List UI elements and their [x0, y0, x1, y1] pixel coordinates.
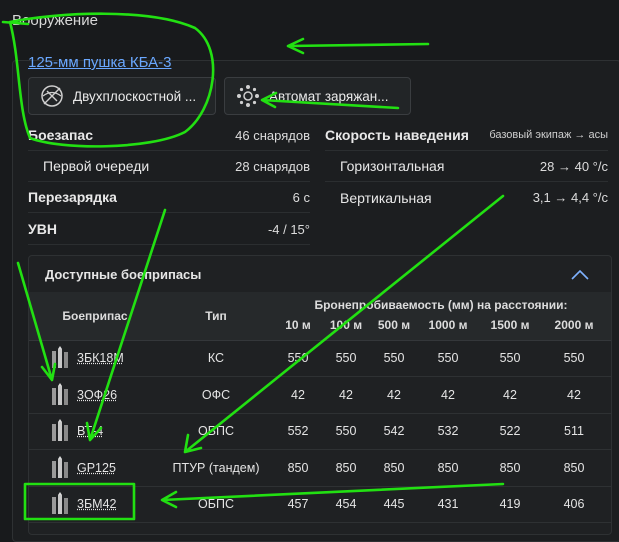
penetration-value: 850: [499, 460, 521, 475]
col-distance: 500 м: [377, 318, 411, 332]
stat-value: -4 / 15°: [267, 221, 310, 237]
penetration-value: 522: [499, 424, 521, 438]
col-penetration: Бронепробиваемость (мм) на расстоянии:: [314, 298, 568, 312]
penetration-value: 457: [287, 497, 309, 511]
stat-value: базовый экипаж → асы: [489, 129, 608, 141]
table-row: 3БМ42 ОБПС 457 454 445 431 419 406: [29, 486, 611, 523]
ammo-name[interactable]: ВТ-4: [77, 424, 103, 438]
penetration-value: 419: [499, 497, 521, 511]
penetration-value: 511: [564, 424, 584, 438]
penetration-value: 42: [503, 387, 517, 402]
col-distance: 1000 м: [428, 318, 468, 332]
penetration-value: 850: [437, 460, 459, 475]
penetration-value: 550: [335, 424, 357, 438]
table-row: GP125 ПТУР (тандем) 850 850 850 850 850 850: [29, 450, 611, 487]
stabilizer-icon: [41, 85, 63, 107]
shell-icon: [52, 382, 68, 405]
table-row: ВТ-4 ОБПС 552 550 542 532 522 511: [29, 413, 611, 450]
stat-elevation: УВН -4 / 15°: [28, 214, 310, 245]
ammo-name[interactable]: 3БК18М: [77, 351, 124, 365]
penetration-value: 550: [437, 351, 459, 365]
ammo-name-cell[interactable]: GP125: [49, 450, 116, 486]
shell-icon: [52, 492, 68, 514]
table-row: 3ОФ26 ОФС 42 42 42 42 42 42: [29, 377, 611, 414]
penetration-value: 542: [383, 424, 405, 438]
autoloader-module-button[interactable]: Автомат заряжан...: [224, 77, 411, 115]
stat-first-stage: Первой очереди 28 снарядов: [28, 151, 310, 182]
ammo-table-header: Боеприпас Тип Бронепробиваемость (мм) на…: [29, 292, 611, 341]
stat-reload: Перезарядка 6 с: [28, 182, 310, 213]
penetration-value: 550: [335, 351, 357, 365]
penetration-value: 550: [287, 351, 309, 365]
stat-vertical: Вертикальная 3,1 → 4,4 °/с: [325, 182, 608, 213]
ammo-type: ОБПС: [198, 424, 234, 438]
autoloader-icon: [237, 85, 259, 107]
penetration-value: 550: [563, 351, 585, 365]
penetration-value: 42: [291, 387, 305, 402]
stat-label: Боезапас: [28, 127, 93, 143]
stat-traverse-speed: Скорость наведения базовый экипаж → асы: [325, 120, 608, 151]
penetration-value: 42: [339, 387, 353, 402]
stat-ammo-capacity: Боезапас 46 снарядов: [28, 120, 310, 151]
section-title: Вооружение: [12, 12, 98, 29]
ammo-name[interactable]: 3БМ42: [77, 497, 116, 511]
ammo-header[interactable]: Доступные боеприпасы: [29, 256, 611, 293]
ammo-type: ОФС: [201, 387, 231, 402]
col-distance: 2000 м: [554, 318, 594, 332]
penetration-value: 850: [563, 460, 585, 475]
stat-label: Первой очереди: [43, 158, 150, 174]
autoloader-module-label: Автомат заряжан...: [269, 88, 389, 104]
stat-horizontal: Горизонтальная 28 → 40 °/с: [325, 151, 608, 182]
shell-icon: [52, 455, 68, 478]
penetration-value: 532: [437, 424, 459, 438]
ammo-name[interactable]: 3ОФ26: [77, 388, 117, 402]
chevron-up-icon[interactable]: [571, 268, 589, 280]
ammo-type: ОБПС: [198, 497, 234, 511]
col-type: Тип: [205, 309, 227, 323]
stat-label: УВН: [28, 221, 57, 237]
stat-value: 3,1 → 4,4 °/с: [532, 190, 608, 205]
penetration-value: 406: [563, 497, 585, 511]
penetration-value: 552: [287, 424, 309, 438]
col-ammo: Боеприпас: [62, 309, 128, 323]
weapon-link[interactable]: 125-мм пушка КБА-3: [28, 54, 171, 71]
ammo-box: Доступные боеприпасы Боеприпас Тип Броне…: [28, 255, 612, 535]
stat-label: Скорость наведения: [325, 127, 469, 143]
col-distance: 1500 м: [490, 318, 530, 332]
ammo-name-cell[interactable]: 3БМ42: [49, 486, 116, 522]
penetration-value: 431: [437, 497, 459, 511]
stabilizer-module-label: Двухплоскостной ...: [73, 88, 197, 104]
annotation-arrow: [286, 37, 430, 55]
penetration-value: 850: [287, 460, 309, 475]
stat-value: 28 → 40 °/с: [539, 158, 608, 174]
shell-icon: [52, 419, 68, 441]
ammo-name-cell[interactable]: 3БК18М: [49, 340, 124, 376]
stat-label: Вертикальная: [340, 189, 432, 206]
shell-icon: [52, 346, 68, 368]
penetration-value: 550: [499, 351, 521, 365]
col-distance: 10 м: [285, 318, 311, 332]
ammo-name-cell[interactable]: 3ОФ26: [49, 377, 117, 413]
stat-value: 6 с: [292, 189, 310, 205]
stat-label: Горизонтальная: [340, 158, 445, 174]
ammo-type: ПТУР (тандем): [172, 460, 260, 475]
stat-value: 28 снарядов: [235, 158, 310, 174]
ammo-type: КС: [207, 351, 225, 365]
ammo-name[interactable]: GP125: [77, 461, 116, 475]
penetration-value: 850: [383, 460, 405, 475]
stat-label: Перезарядка: [28, 189, 117, 205]
penetration-value: 42: [567, 387, 581, 402]
penetration-value: 445: [383, 497, 405, 511]
penetration-value: 850: [335, 460, 357, 475]
stat-value: 46 снарядов: [235, 127, 310, 143]
table-row: 3БК18М КС 550 550 550 550 550 550: [29, 340, 611, 377]
ammo-title: Доступные боеприпасы: [45, 266, 202, 282]
col-distance: 100 м: [329, 318, 363, 332]
stabilizer-module-button[interactable]: Двухплоскостной ...: [28, 77, 216, 115]
penetration-value: 42: [441, 387, 455, 402]
penetration-value: 550: [383, 351, 405, 365]
penetration-value: 454: [335, 497, 357, 511]
ammo-name-cell[interactable]: ВТ-4: [49, 413, 103, 449]
penetration-value: 42: [387, 387, 401, 402]
